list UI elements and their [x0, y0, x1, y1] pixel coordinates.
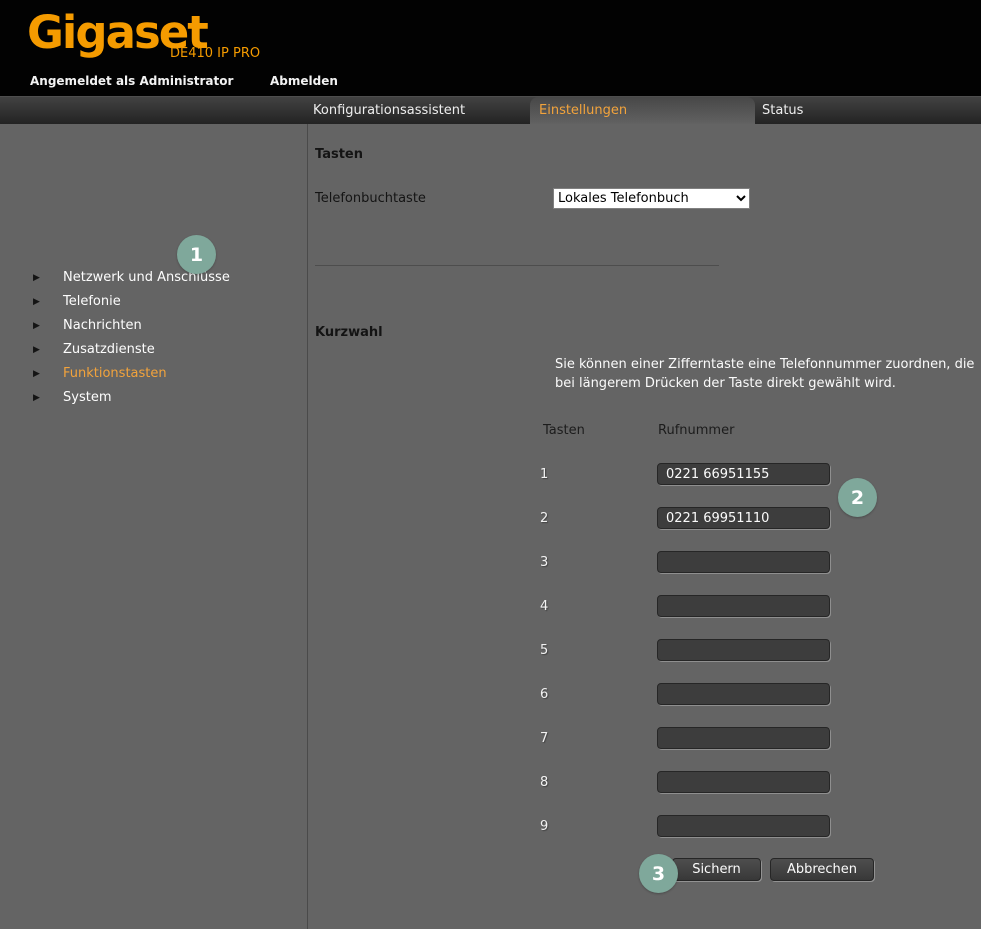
chevron-right-icon: ▶ — [33, 393, 40, 403]
login-bar: Angemeldet als Administrator Abmelden — [0, 70, 981, 96]
sidebar-item-label: Funktionstasten — [63, 366, 167, 381]
sidebar-item-label: Nachrichten — [63, 318, 142, 333]
speed-dial-input-6[interactable] — [657, 683, 830, 705]
sidebar-item-telefonie[interactable]: ▶ Telefonie — [0, 293, 300, 317]
callout-badge-2: 2 — [838, 478, 877, 517]
column-header-tasten: Tasten — [543, 423, 585, 438]
key-label: 8 — [540, 775, 560, 790]
speed-dial-input-9[interactable] — [657, 815, 830, 837]
chevron-right-icon: ▶ — [33, 297, 40, 307]
tab-konfigurationsassistent[interactable]: Konfigurationsassistent — [313, 97, 465, 125]
app-header: Gigaset DE410 IP PRO Angemeldet als Admi… — [0, 0, 981, 96]
speed-dial-input-2[interactable] — [657, 507, 830, 529]
sidebar-item-label: System — [63, 390, 111, 405]
sidebar-item-nachrichten[interactable]: ▶ Nachrichten — [0, 317, 300, 341]
sidebar-item-funktionstasten[interactable]: ▶ Funktionstasten — [0, 365, 300, 389]
chevron-right-icon: ▶ — [33, 273, 40, 283]
sidebar-divider — [307, 124, 308, 929]
sidebar-item-zusatzdienste[interactable]: ▶ Zusatzdienste — [0, 341, 300, 365]
save-button[interactable]: Sichern — [672, 858, 761, 881]
key-label: 7 — [540, 731, 560, 746]
kurzwahl-section-heading: Kurzwahl — [315, 325, 383, 340]
key-label: 2 — [540, 511, 560, 526]
sidebar-item-label: Netzwerk und Anschlüsse — [63, 270, 230, 285]
logout-link[interactable]: Abmelden — [270, 74, 338, 88]
telefonbuchtaste-select[interactable]: Lokales Telefonbuch — [553, 188, 750, 209]
speed-dial-input-5[interactable] — [657, 639, 830, 661]
key-label: 3 — [540, 555, 560, 570]
sidebar-item-netzwerk[interactable]: ▶ Netzwerk und Anschlüsse — [0, 269, 300, 293]
main-tab-bar: Konfigurationsassistent Einstellungen St… — [0, 96, 981, 124]
callout-badge-3: 3 — [639, 854, 678, 893]
key-label: 6 — [540, 687, 560, 702]
chevron-right-icon: ▶ — [33, 369, 40, 379]
tab-einstellungen[interactable]: Einstellungen — [530, 97, 755, 125]
telefonbuchtaste-label: Telefonbuchtaste — [315, 191, 426, 206]
speed-dial-input-3[interactable] — [657, 551, 830, 573]
column-header-rufnummer: Rufnummer — [658, 423, 734, 438]
chevron-right-icon: ▶ — [33, 321, 40, 331]
key-label: 4 — [540, 599, 560, 614]
kurzwahl-description: Sie können einer Zifferntaste eine Telef… — [555, 355, 977, 393]
key-label: 1 — [540, 467, 560, 482]
sidebar-item-label: Telefonie — [63, 294, 121, 309]
content-area: ▶ Netzwerk und Anschlüsse ▶ Telefonie ▶ … — [0, 124, 981, 929]
cancel-button[interactable]: Abbrechen — [770, 858, 874, 881]
callout-badge-1: 1 — [177, 235, 216, 274]
tab-status[interactable]: Status — [762, 97, 803, 125]
speed-dial-input-1[interactable] — [657, 463, 830, 485]
section-divider — [315, 265, 719, 266]
sidebar-item-label: Zusatzdienste — [63, 342, 155, 357]
login-status-label: Angemeldet als Administrator — [30, 74, 233, 88]
key-label: 5 — [540, 643, 560, 658]
speed-dial-input-7[interactable] — [657, 727, 830, 749]
key-label: 9 — [540, 819, 560, 834]
sidebar-item-system[interactable]: ▶ System — [0, 389, 300, 413]
tasten-section-heading: Tasten — [315, 147, 363, 162]
speed-dial-input-4[interactable] — [657, 595, 830, 617]
device-model-label: DE410 IP PRO — [170, 46, 260, 61]
chevron-right-icon: ▶ — [33, 345, 40, 355]
speed-dial-input-8[interactable] — [657, 771, 830, 793]
